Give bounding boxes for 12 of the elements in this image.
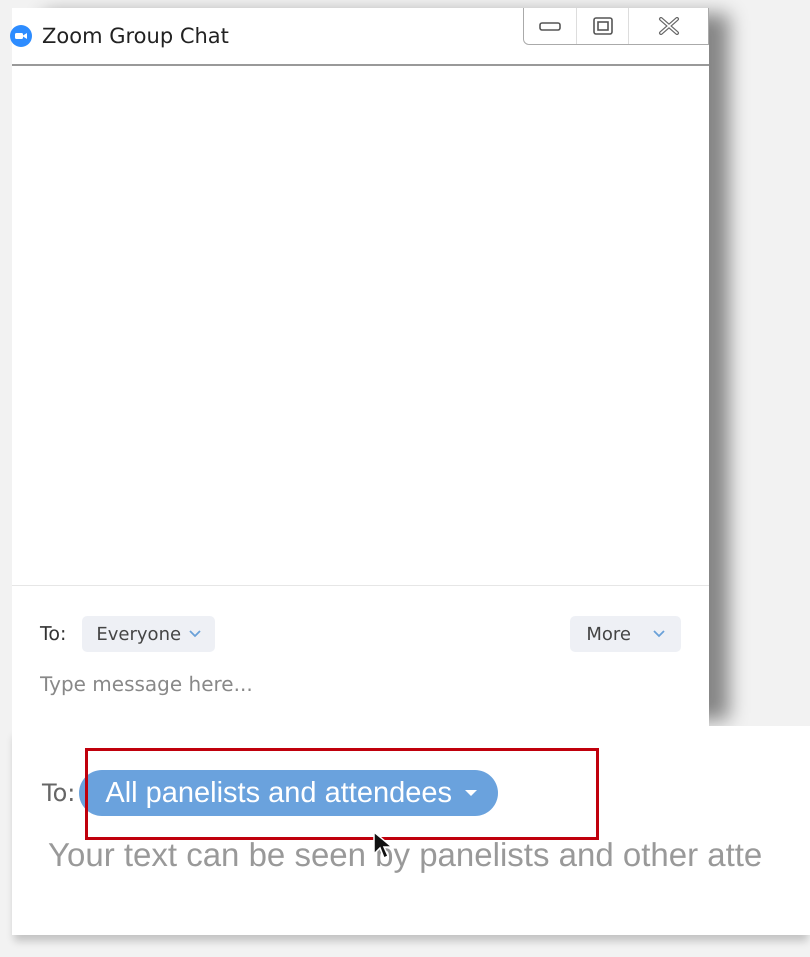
window-title: Zoom Group Chat	[42, 24, 229, 48]
to-label: To:	[40, 623, 66, 645]
more-button[interactable]: More	[570, 616, 681, 652]
caret-icon	[464, 789, 478, 797]
message-input[interactable]: Type message here...	[40, 666, 681, 702]
restore-icon	[592, 17, 612, 35]
close-icon	[658, 17, 680, 35]
recipient-dropdown[interactable]: Everyone	[82, 616, 216, 652]
chevron-down-icon	[653, 630, 665, 638]
to-label: To:	[42, 779, 76, 807]
minimize-icon	[539, 20, 561, 32]
chevron-down-icon	[189, 630, 202, 638]
